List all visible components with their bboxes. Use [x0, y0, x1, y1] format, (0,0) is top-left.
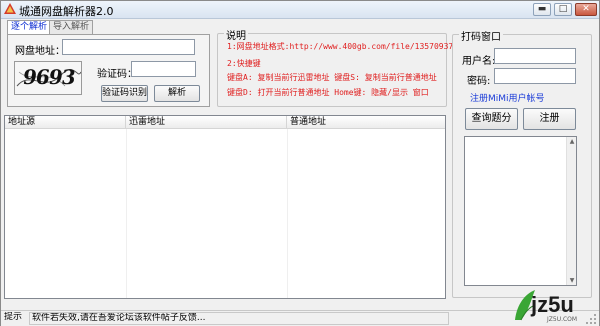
status-message: 软件若失效,请在吾爱论坛该软件帖子反馈...	[29, 312, 449, 325]
title-bar[interactable]: 城通网盘解析器2.0 ▬ □ ✕	[1, 1, 599, 19]
captcha-input[interactable]	[131, 61, 196, 77]
app-icon	[4, 3, 16, 14]
captcha-image[interactable]: 9693	[14, 61, 82, 95]
column-divider	[287, 129, 288, 298]
url-label: 网盘地址：	[15, 46, 65, 57]
description-line-keys-as: 键盘A: 复制当前行迅雷地址 键盘S: 复制当前行普通地址	[227, 73, 437, 82]
close-button[interactable]: ✕	[575, 3, 597, 16]
column-divider	[126, 129, 127, 298]
recognize-captcha-button[interactable]: 验证码识别	[101, 85, 148, 102]
scroll-up-icon[interactable]: ▲	[568, 138, 576, 145]
scroll-down-icon[interactable]: ▼	[568, 277, 576, 284]
register-button[interactable]: 注册	[523, 108, 576, 130]
username-label: 用户名:	[462, 56, 496, 67]
minimize-button[interactable]: ▬	[533, 3, 551, 16]
watermark-text: jz5u	[531, 292, 574, 317]
status-label: 提示	[4, 312, 23, 322]
description-title: 说明	[224, 27, 248, 42]
window-title: 城通网盘解析器2.0	[19, 5, 114, 18]
column-header-normal-url[interactable]: 普通地址	[287, 116, 445, 129]
column-header-source[interactable]: 地址源	[5, 116, 126, 129]
code-window-title: 打码窗口	[459, 28, 503, 43]
maximize-button[interactable]: □	[554, 3, 572, 16]
column-header-thunder-url[interactable]: 迅雷地址	[126, 116, 287, 129]
query-points-button[interactable]: 查询题分	[465, 108, 518, 130]
description-line-hotkeys: 2:快捷键	[227, 59, 261, 68]
username-input[interactable]	[494, 48, 576, 64]
description-line-url-format: 1:网盘地址格式:http://www.400gb.com/file/13570…	[227, 42, 454, 51]
result-list-header: 地址源 迅雷地址 普通地址	[5, 116, 445, 129]
code-log-scrollbar[interactable]: ▲ ▼	[566, 137, 576, 285]
password-label: 密码:	[467, 76, 491, 87]
tab-single-parse[interactable]: 逐个解析	[7, 20, 52, 35]
captcha-text: 9693	[21, 65, 77, 89]
password-input[interactable]	[494, 68, 576, 84]
watermark-subtext: JZ5U.COM	[547, 316, 578, 323]
code-log-box[interactable]: ▲ ▼	[464, 136, 577, 286]
tab-import-parse[interactable]: 导入解析	[49, 20, 94, 34]
resize-grip-icon[interactable]	[584, 312, 597, 325]
status-bar: 提示 软件若失效,请在吾爱论坛该软件帖子反馈...	[1, 310, 599, 326]
parse-button[interactable]: 解析	[154, 85, 200, 102]
url-input[interactable]	[62, 39, 195, 55]
result-list[interactable]: 地址源 迅雷地址 普通地址	[4, 115, 446, 299]
register-account-link[interactable]: 注册MiMi用户帐号	[470, 91, 545, 104]
main-window: 城通网盘解析器2.0 ▬ □ ✕ 逐个解析 导入解析 网盘地址： 9693 验证…	[0, 0, 600, 326]
description-line-keys-dh: 键盘D: 打开当前行普通地址 Home键: 隐藏/显示 窗口	[227, 88, 429, 97]
